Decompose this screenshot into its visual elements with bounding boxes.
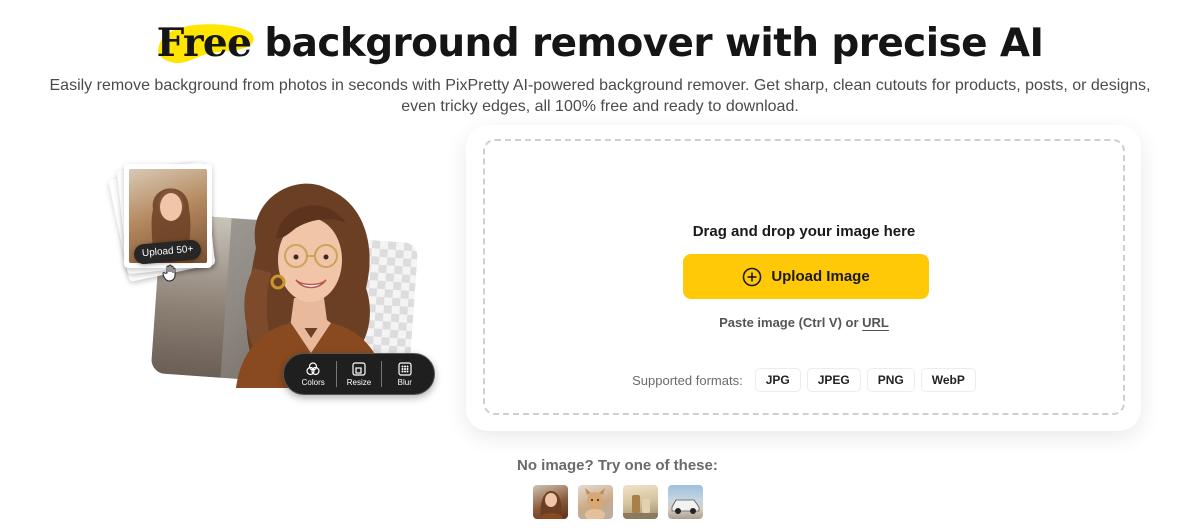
sample-dog-thumbnail[interactable]: [578, 485, 613, 519]
samples-label: No image? Try one of these:: [517, 457, 718, 474]
paste-hint: Paste image (Ctrl V) or URL: [485, 315, 1123, 330]
sample-product-thumbnail[interactable]: [623, 485, 658, 519]
paste-url-link[interactable]: URL: [862, 315, 889, 330]
title-rest: background remover with precise AI: [251, 21, 1044, 66]
upload-card: Drag and drop your image here Upload Ima…: [466, 125, 1141, 431]
tool-resize: Resize: [339, 361, 379, 387]
format-badge: WebP: [920, 368, 976, 392]
tool-colors-label: Colors: [301, 377, 325, 387]
hand-pointer-icon: [162, 264, 176, 282]
tool-blur: Blur: [385, 361, 425, 387]
toolbar-divider: [335, 361, 337, 387]
formats-label: Supported formats:: [632, 372, 743, 388]
tool-blur-label: Blur: [397, 377, 412, 387]
sample-thumbnails: [533, 485, 703, 519]
title-highlight: Free: [157, 20, 254, 66]
format-badge: JPG: [754, 368, 801, 392]
format-badge: PNG: [866, 368, 915, 392]
paste-hint-text: Paste image (Ctrl V) or: [719, 315, 863, 330]
sample-woman-thumbnail[interactable]: [533, 485, 568, 519]
drop-zone[interactable]: Drag and drop your image here Upload Ima…: [483, 139, 1125, 415]
supported-formats: Supported formats: JPG JPEG PNG WebP: [485, 368, 1123, 392]
tool-resize-label: Resize: [346, 377, 372, 387]
upload-image-button[interactable]: Upload Image: [683, 254, 929, 299]
toolbar-divider: [381, 361, 383, 387]
page-subtitle: Easily remove background from photos in …: [40, 75, 1160, 117]
subtitle-line-2: even tricky edges, all 100% free and rea…: [401, 98, 799, 115]
edit-toolbar: Colors Resize Blur: [283, 353, 435, 395]
page-title: Free background remover with precise AI: [0, 20, 1200, 66]
upload-image-label: Upload Image: [771, 268, 870, 285]
batch-upload-stack: Upload 50+: [104, 158, 216, 283]
sample-car-thumbnail[interactable]: [668, 485, 703, 519]
plus-circle-icon: [743, 267, 762, 286]
blur-icon: [398, 361, 412, 376]
format-badge: JPEG: [806, 368, 861, 392]
colors-icon: [306, 361, 320, 375]
drop-zone-title: Drag and drop your image here: [692, 223, 916, 240]
subtitle-line-1: Easily remove background from photos in …: [49, 77, 1151, 94]
tool-colors: Colors: [293, 361, 333, 387]
hero-illustration: Upload 50+ Colors Resize Blur: [96, 150, 441, 400]
resize-icon: [352, 361, 366, 376]
